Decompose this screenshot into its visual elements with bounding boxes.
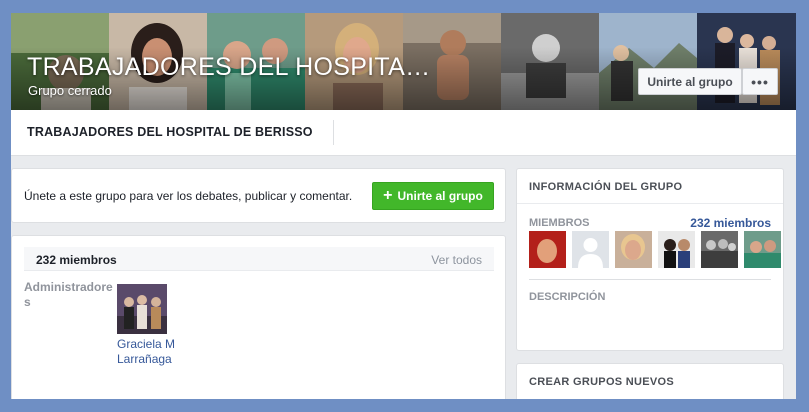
admin-photo[interactable] [117, 284, 167, 334]
members-header: 232 miembros Ver todos [24, 247, 494, 271]
members-count-link[interactable]: 232 miembros [690, 216, 771, 230]
members-card: 232 miembros Ver todos Administradores G… [11, 235, 506, 399]
page-frame: TRABAJADORES DEL HOSPITA… Grupo cerrado … [11, 13, 796, 399]
see-all-link[interactable]: Ver todos [431, 253, 482, 267]
join-group-green-button[interactable]: + Unirte al grupo [372, 182, 494, 210]
members-count: 232 miembros [36, 253, 117, 267]
create-groups-title: CREAR GRUPOS NUEVOS [529, 376, 675, 388]
info-divider [517, 203, 783, 204]
admin-name-link[interactable]: Graciela M Larrañaga [117, 337, 179, 367]
join-group-button[interactable]: Unirte al grupo [638, 68, 742, 95]
member-thumb[interactable] [615, 231, 652, 268]
description-label: DESCRIPCIÓN [529, 291, 606, 303]
more-options-button[interactable]: ••• [742, 68, 778, 95]
group-privacy-label: Grupo cerrado [28, 83, 112, 98]
member-thumb[interactable] [529, 231, 566, 268]
join-prompt-text: Únete a este grupo para ver los debates,… [24, 189, 353, 203]
join-prompt-card: Únete a este grupo para ver los debates,… [11, 168, 506, 223]
member-thumb[interactable] [744, 231, 781, 268]
group-name-bar: TRABAJADORES DEL HOSPITAL DE BERISSO [11, 110, 796, 156]
create-groups-card: CREAR GRUPOS NUEVOS [516, 363, 784, 399]
group-info-title: INFORMACIÓN DEL GRUPO [529, 181, 683, 193]
namebar-divider [333, 120, 334, 145]
admins-label: Administradores [24, 280, 113, 309]
group-name-tab[interactable]: TRABAJADORES DEL HOSPITAL DE BERISSO [27, 125, 313, 139]
member-thumb[interactable] [658, 231, 695, 268]
member-thumb[interactable] [572, 231, 609, 268]
description-divider [529, 279, 771, 280]
members-label: MIEMBROS [529, 217, 590, 229]
group-info-card: INFORMACIÓN DEL GRUPO MIEMBROS 232 miemb… [516, 168, 784, 351]
cover-group-title: TRABAJADORES DEL HOSPITA… [27, 53, 431, 81]
member-thumbnails [529, 231, 781, 268]
cover-photo: TRABAJADORES DEL HOSPITA… Grupo cerrado … [11, 13, 796, 110]
join-group-green-label: Unirte al grupo [397, 189, 483, 203]
member-thumb[interactable] [701, 231, 738, 268]
plus-icon: + [383, 187, 393, 204]
